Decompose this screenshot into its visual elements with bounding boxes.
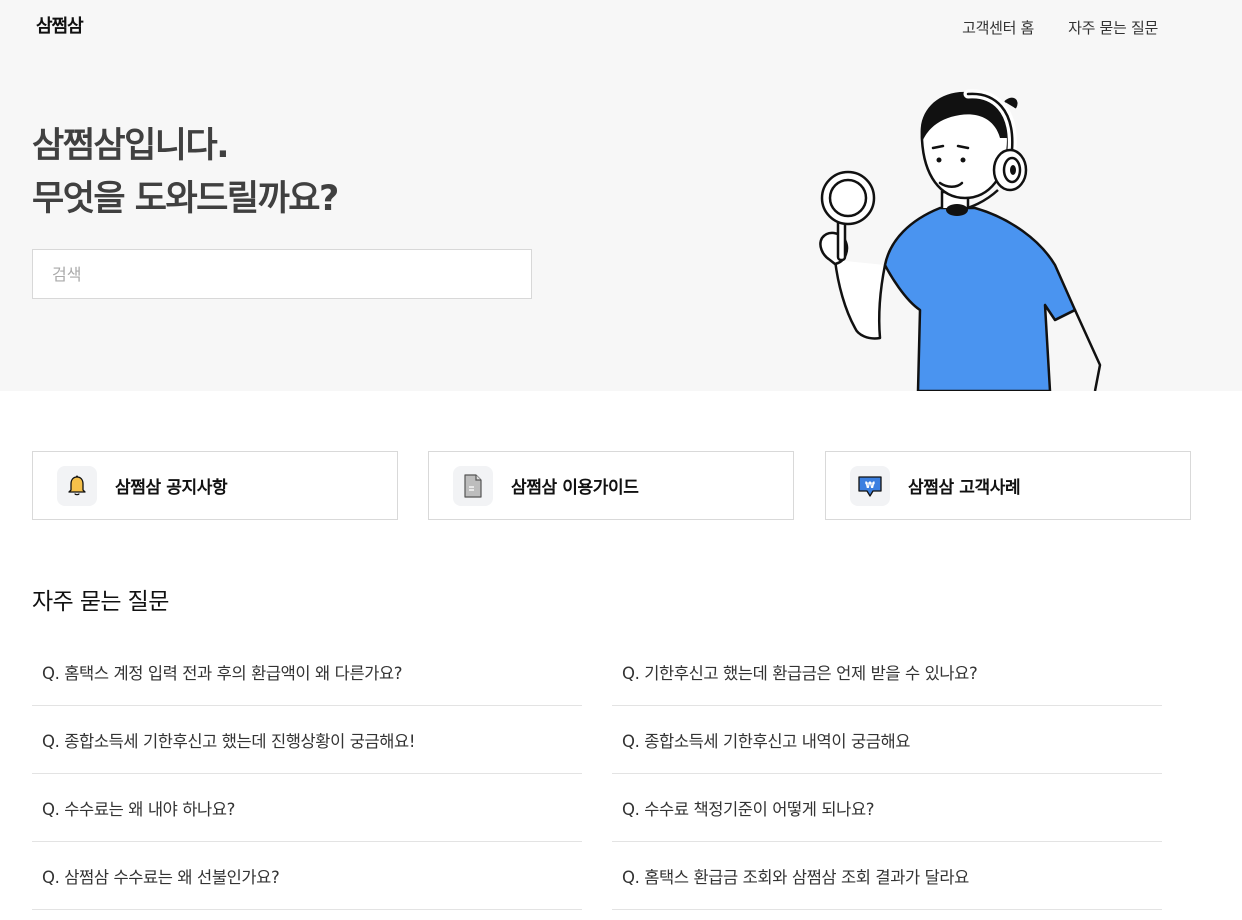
faq-item[interactable]: Q. 삼쩜삼 수수료는 왜 선불인가요?: [32, 842, 582, 910]
faq-item[interactable]: Q. 수수료는 왜 내야 하나요?: [32, 774, 582, 842]
nav-support-home[interactable]: 고객센터 홈: [962, 17, 1034, 38]
logo[interactable]: 삼쩜삼: [36, 12, 84, 38]
faq-item[interactable]: Q. 종합소득세 기한후신고 했는데 진행상황이 궁금해요!: [32, 706, 582, 774]
card-notices-label: 삼쩜삼 공지사항: [115, 478, 228, 498]
faq-item[interactable]: Q. 수수료 책정기준이 어떻게 되나요?: [612, 774, 1162, 842]
faq-item[interactable]: Q. 홈택스 계정 입력 전과 후의 환급액이 왜 다른가요?: [32, 638, 582, 706]
nav-faq[interactable]: 자주 묻는 질문: [1068, 17, 1158, 38]
support-agent-illustration: [819, 89, 1102, 391]
faq-item[interactable]: Q. 기한후신고 했는데 환급금은 언제 받을 수 있나요?: [612, 638, 1162, 706]
card-notices[interactable]: 삼쩜삼 공지사항: [32, 451, 398, 520]
hero-headline: 삼쩜삼입니다. 무엇을 도와드릴까요?: [32, 120, 339, 226]
headline-line-2: 무엇을 도와드릴까요?: [32, 179, 339, 219]
card-cases-label: 삼쩜삼 고객사례: [908, 478, 1021, 498]
faq-item[interactable]: Q. 종합소득세 기한후신고 내역이 궁금해요: [612, 706, 1162, 774]
faq-list-left: Q. 홈택스 계정 입력 전과 후의 환급액이 왜 다른가요? Q. 종합소득세…: [32, 638, 582, 910]
svg-text:₩: ₩: [865, 481, 875, 491]
document-icon: [453, 465, 493, 506]
card-guide[interactable]: 삼쩜삼 이용가이드: [428, 451, 794, 520]
faq-list-right: Q. 기한후신고 했는데 환급금은 언제 받을 수 있나요? Q. 종합소득세 …: [612, 638, 1162, 910]
quick-links: 삼쩜삼 공지사항 삼쩜삼 이용가이드 ₩ 삼쩜삼 고객사례: [32, 451, 1192, 520]
headline-line-1: 삼쩜삼입니다.: [32, 126, 230, 166]
faq-section-title: 자주 묻는 질문: [32, 589, 169, 615]
top-nav: 고객센터 홈 자주 묻는 질문: [962, 17, 1158, 38]
won-speech-bubble-icon: ₩: [850, 465, 890, 506]
search-box: [32, 249, 532, 299]
search-input[interactable]: [33, 250, 531, 298]
card-cases[interactable]: ₩ 삼쩜삼 고객사례: [825, 451, 1191, 520]
card-guide-label: 삼쩜삼 이용가이드: [511, 478, 639, 498]
bell-icon: [57, 465, 97, 506]
faq-item[interactable]: Q. 홈택스 환급금 조회와 삼쩜삼 조회 결과가 달라요: [612, 842, 1162, 910]
